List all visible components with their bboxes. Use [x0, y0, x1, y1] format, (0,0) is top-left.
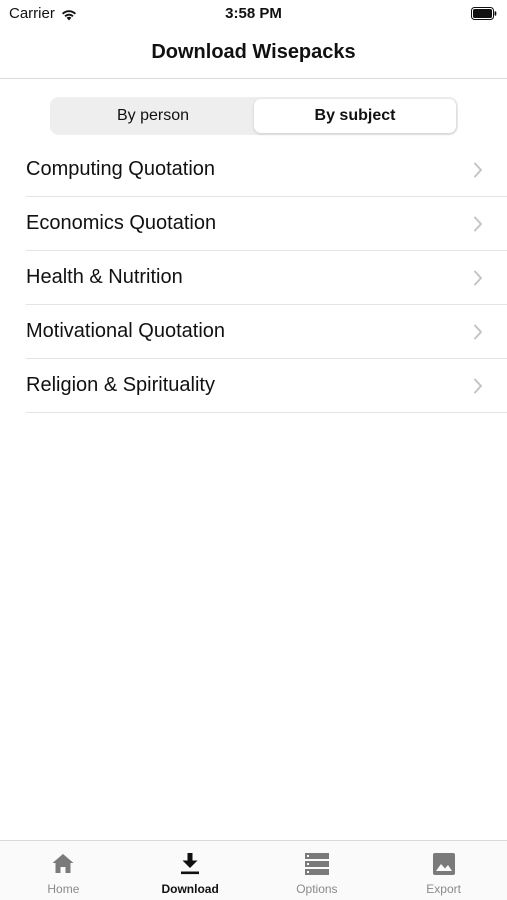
list-item-computing-quotation[interactable]: Computing Quotation — [26, 143, 507, 197]
status-bar: Carrier 3:58 PM — [0, 0, 507, 28]
list-item-economics-quotation[interactable]: Economics Quotation — [26, 197, 507, 251]
download-icon — [181, 853, 200, 875]
list-item-health-nutrition[interactable]: Health & Nutrition — [26, 251, 507, 305]
segmented-control: By person By subject — [50, 97, 458, 135]
list-item-label: Religion & Spirituality — [26, 374, 215, 396]
list-item-motivational-quotation[interactable]: Motivational Quotation — [26, 305, 507, 359]
list-item-label: Economics Quotation — [26, 212, 217, 234]
tab-label: Home — [47, 882, 80, 896]
chevron-right-icon — [474, 216, 482, 231]
chevron-right-icon — [474, 378, 482, 393]
list-item-label: Computing Quotation — [26, 158, 216, 180]
list-item-label: Health & Nutrition — [26, 266, 183, 288]
list-item-label: Motivational Quotation — [26, 320, 226, 342]
tab-options[interactable]: Options — [254, 841, 381, 900]
tab-download[interactable]: Download — [127, 841, 254, 900]
chevron-right-icon — [474, 162, 482, 177]
tab-label: Download — [161, 882, 219, 896]
battery-icon — [471, 7, 497, 20]
tab-label: Export — [426, 882, 461, 896]
subject-list: Computing Quotation Economics Quotation … — [26, 143, 507, 413]
tab-export[interactable]: Export — [380, 841, 507, 900]
chevron-right-icon — [474, 324, 482, 339]
segment-by-subject[interactable]: By subject — [254, 99, 456, 133]
status-time: 3:58 PM — [225, 5, 282, 22]
options-icon — [304, 853, 329, 875]
segment-by-person[interactable]: By person — [52, 99, 254, 133]
home-icon — [52, 854, 74, 873]
list-item-religion-spirituality[interactable]: Religion & Spirituality — [26, 359, 507, 413]
tab-label: Options — [296, 882, 338, 896]
chevron-right-icon — [474, 270, 482, 285]
tab-home[interactable]: Home — [0, 841, 127, 900]
navigation-bar: Download Wisepacks — [0, 28, 507, 79]
screen: Carrier 3:58 PM Download Wisepacks By pe… — [0, 0, 507, 900]
tab-bar: Home Download Options Export — [0, 840, 507, 900]
image-icon — [432, 853, 455, 875]
page-title: Download Wisepacks — [151, 41, 356, 63]
